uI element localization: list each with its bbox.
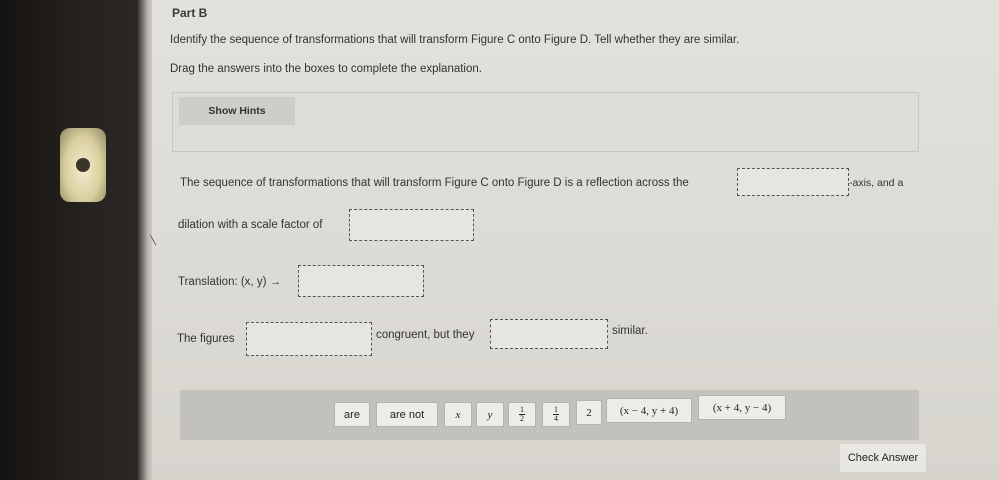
device-bezel: [0, 0, 138, 480]
explanation-line-2: dilation with a scale factor of: [178, 219, 323, 231]
drop-box-axis[interactable]: [737, 168, 849, 196]
drop-box-congruent[interactable]: [246, 322, 372, 356]
drop-box-translation[interactable]: [298, 265, 424, 297]
tile-x[interactable]: x: [444, 402, 472, 427]
explanation-line-4-suffix: similar.: [612, 325, 648, 337]
explanation-line-4-middle: congruent, but they: [376, 329, 475, 341]
explanation-line-4-prefix: The figures: [177, 333, 235, 345]
drop-box-scale-factor[interactable]: [349, 209, 474, 241]
fraction-one-half: 1 2: [519, 405, 525, 423]
device-side-light: [60, 128, 106, 202]
check-answer-button[interactable]: Check Answer: [840, 444, 926, 472]
answer-tray: are are not x y 1 2 1 4 2 (x − 4, y + 4)…: [180, 390, 919, 440]
tile-translation-minus-plus[interactable]: (x − 4, y + 4): [606, 398, 692, 423]
tile-translation-plus-minus[interactable]: (x + 4, y − 4): [698, 395, 786, 420]
tile-y[interactable]: y: [476, 402, 504, 427]
text-cursor: [149, 230, 164, 246]
light-dot: [76, 158, 90, 172]
instruction-identify: Identify the sequence of transformations…: [170, 34, 740, 46]
question-screen: Part B Identify the sequence of transfor…: [149, 0, 999, 480]
part-title: Part B: [172, 6, 208, 20]
tile-one-half[interactable]: 1 2: [508, 402, 536, 427]
explanation-line-1: The sequence of transformations that wil…: [180, 177, 689, 189]
bezel-edge: [138, 0, 152, 480]
tile-one-quarter[interactable]: 1 4: [542, 402, 570, 427]
tile-are[interactable]: are: [334, 402, 370, 427]
instruction-drag: Drag the answers into the boxes to compl…: [170, 63, 482, 75]
fraction-one-quarter: 1 4: [553, 405, 559, 423]
hints-panel: Show Hints: [172, 92, 919, 152]
explanation-line-1-suffix: -axis, and a: [849, 177, 904, 189]
tile-two[interactable]: 2: [576, 400, 602, 425]
explanation-line-3: Translation: (x, y) →: [178, 276, 282, 288]
tile-are-not[interactable]: are not: [376, 402, 438, 427]
show-hints-button[interactable]: Show Hints: [179, 97, 295, 125]
drop-box-similar[interactable]: [490, 319, 608, 349]
